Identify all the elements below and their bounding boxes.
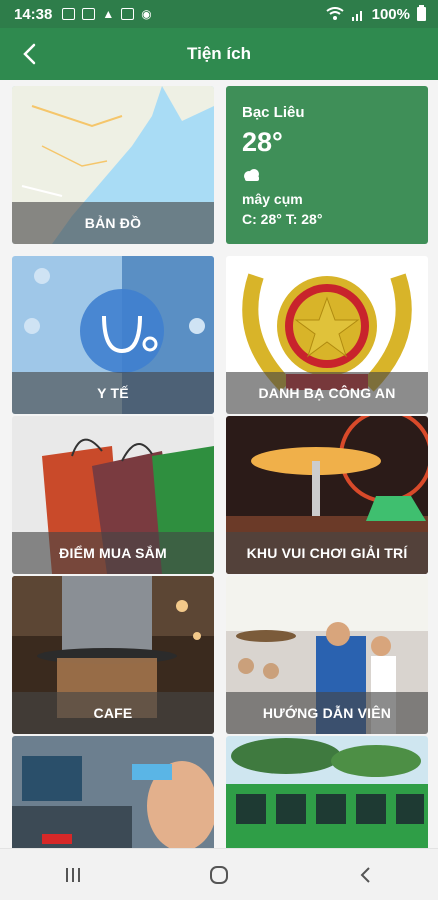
signal-icon	[351, 11, 362, 21]
weather-condition: mây cụm	[242, 191, 303, 207]
tile-health[interactable]: Y TẾ	[12, 256, 214, 414]
weather-range: C: 28° T: 28°	[242, 211, 323, 227]
tile-amusement-label: KHU VUI CHƠI GIẢI TRÍ	[226, 532, 428, 574]
recent-apps-button[interactable]	[43, 855, 103, 895]
tile-map[interactable]: BẢN ĐỒ	[12, 86, 214, 244]
bus-image	[226, 736, 428, 856]
page-title: Tiện ích	[187, 44, 251, 63]
battery-icon	[417, 5, 426, 21]
weather-temperature: 28°	[242, 127, 283, 157]
tile-map-label: BẢN ĐỒ	[12, 202, 214, 244]
status-time: 14:38	[14, 5, 53, 23]
wifi-icon	[326, 7, 344, 20]
tile-atm[interactable]	[12, 736, 214, 856]
tile-police-label: DANH BẠ CÔNG AN	[226, 372, 428, 414]
back-arrow-icon	[23, 43, 36, 65]
system-nav-bar	[0, 848, 438, 900]
gallery-icon	[82, 8, 96, 20]
image-icon	[121, 8, 135, 20]
tile-cafe[interactable]: CAFE	[12, 576, 214, 734]
home-icon	[210, 865, 228, 884]
system-back-button[interactable]	[335, 855, 395, 895]
status-bar: 14:38 ▲ ◉ 100%	[0, 0, 438, 28]
tile-amusement[interactable]: KHU VUI CHƠI GIẢI TRÍ	[226, 416, 428, 574]
app-bar: Tiện ích	[0, 28, 438, 80]
tile-bus[interactable]	[226, 736, 428, 856]
atm-image	[12, 736, 214, 856]
tile-guide-label: HƯỚNG DẪN VIÊN	[226, 692, 428, 734]
weather-city: Bạc Liêu	[242, 104, 305, 121]
recent-apps-icon	[66, 867, 80, 882]
back-icon	[360, 866, 370, 883]
msg-icon	[62, 8, 76, 20]
tile-cafe-label: CAFE	[12, 692, 214, 734]
tile-police[interactable]: DANH BẠ CÔNG AN	[226, 256, 428, 414]
home-button[interactable]	[189, 855, 249, 895]
tile-health-label: Y TẾ	[12, 372, 214, 414]
warning-icon: ▲	[102, 7, 115, 21]
weather-card[interactable]: Bạc Liêu 28° mây cụm C: 28° T: 28°	[226, 86, 428, 244]
tile-shopping-label: ĐIỂM MUA SẮM	[12, 532, 214, 574]
back-button[interactable]	[14, 38, 46, 70]
notification-icons: ▲ ◉	[62, 7, 152, 21]
battery-percent: 100%	[371, 5, 410, 23]
tile-guide[interactable]: HƯỚNG DẪN VIÊN	[226, 576, 428, 734]
tile-shopping[interactable]: ĐIỂM MUA SẮM	[12, 416, 214, 574]
cloud-icon	[244, 169, 259, 181]
location-icon: ◉	[141, 7, 152, 21]
